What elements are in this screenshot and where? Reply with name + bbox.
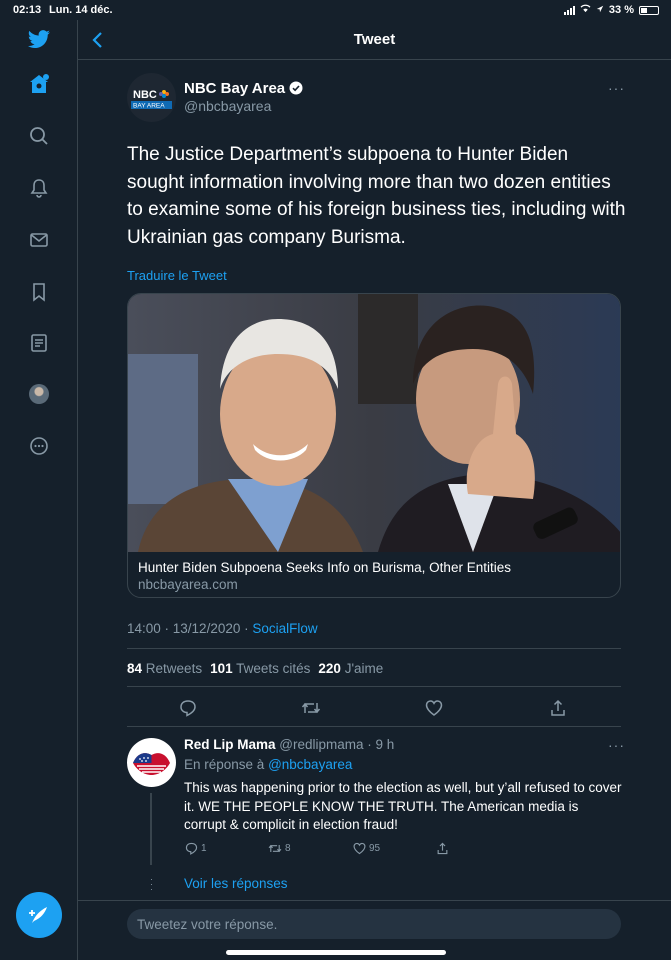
twitter-logo-icon[interactable] <box>27 28 51 52</box>
share-button[interactable] <box>547 697 569 719</box>
status-time: 02:13 <box>13 4 42 16</box>
reply-like-count: 95 <box>369 843 381 854</box>
card-image <box>128 294 620 552</box>
sidebar <box>0 20 78 960</box>
reply-author[interactable]: Red Lip Mama @redlipmama · 9 h <box>184 737 394 752</box>
retweet-button[interactable] <box>300 697 322 719</box>
reply-icon <box>185 842 198 855</box>
avatar-logo-text: NBC <box>133 89 157 101</box>
quotes-count: 101 <box>210 661 233 676</box>
reply-share-button[interactable] <box>436 842 449 855</box>
profile-avatar[interactable] <box>27 382 51 406</box>
reply-author-avatar[interactable] <box>127 738 176 787</box>
card-title: Hunter Biden Subpoena Seeks Info on Buri… <box>138 560 511 575</box>
compose-tweet-icon <box>29 907 47 923</box>
reply-text: This was happening prior to the election… <box>184 780 622 832</box>
card-domain: nbcbayarea.com <box>138 577 238 592</box>
status-date: Lun. 14 déc. <box>49 4 113 16</box>
explore-icon[interactable] <box>27 124 51 148</box>
replying-to: En réponse à @nbcbayarea <box>184 757 352 772</box>
home-indicator[interactable] <box>226 950 446 955</box>
lips-flag-icon <box>133 753 170 775</box>
more-options-icon[interactable] <box>27 434 51 458</box>
tweet-more-icon[interactable]: ··· <box>608 80 625 96</box>
divider <box>127 726 621 727</box>
nbc-peacock-icon <box>159 90 169 98</box>
tweet-text: The Justice Department’s subpoena to Hun… <box>127 144 626 248</box>
reply-retweet-button[interactable]: 8 <box>268 842 291 855</box>
reply-reply-button[interactable]: 1 <box>185 842 207 855</box>
bookmark-icon[interactable] <box>27 280 51 304</box>
lists-icon[interactable] <box>27 331 51 355</box>
like-button[interactable] <box>423 697 445 719</box>
notifications-bell-icon[interactable] <box>27 176 51 200</box>
avatar-region-text: BAY AREA <box>133 103 165 110</box>
retweets-label: Retweets <box>145 661 203 676</box>
header: Tweet <box>78 20 671 60</box>
reply-more-icon[interactable]: ··· <box>608 737 625 753</box>
retweet-icon <box>301 702 321 714</box>
signal-icon <box>563 5 575 15</box>
likes-stat[interactable]: 220 J'aime <box>318 661 383 676</box>
retweet-icon <box>268 844 282 853</box>
share-icon <box>437 842 448 855</box>
messages-envelope-icon[interactable] <box>27 228 51 252</box>
link-card[interactable]: Hunter Biden Subpoena Seeks Info on Buri… <box>127 293 621 598</box>
reply-button[interactable] <box>177 697 199 719</box>
reply-reply-count: 1 <box>201 843 207 854</box>
page-title: Tweet <box>353 31 396 48</box>
retweets-stat[interactable]: 84 Retweets <box>127 661 202 676</box>
likes-label: J'aime <box>344 661 384 676</box>
battery-icon <box>639 5 659 15</box>
battery-percent: 33 % <box>608 4 634 16</box>
author-name-text: NBC Bay Area <box>184 80 286 97</box>
reply-icon <box>180 700 196 717</box>
thread-dots-icon: · · · <box>150 874 153 894</box>
compose-tweet-button[interactable] <box>16 892 62 938</box>
translate-tweet-link[interactable]: Traduire le Tweet <box>127 268 227 283</box>
timestamp-text: 14:00 · 13/12/2020 · <box>127 621 253 636</box>
tweet-stats: 84 Retweets 101 Tweets cités 220 J'aime <box>127 661 383 676</box>
likes-count: 220 <box>318 661 341 676</box>
see-replies-link[interactable]: Voir les réponses <box>184 876 288 891</box>
quotes-label: Tweets cités <box>236 661 311 676</box>
divider <box>127 686 621 687</box>
wifi-icon <box>580 4 591 16</box>
location-icon <box>596 4 604 16</box>
replying-to-handle[interactable]: @nbcbayarea <box>268 757 352 772</box>
reply-input[interactable] <box>127 909 621 939</box>
retweets-count: 84 <box>127 661 143 676</box>
reply-author-name: Red Lip Mama <box>184 737 276 752</box>
thread-line <box>150 793 152 865</box>
reply-author-meta: @redlipmama · 9 h <box>279 737 395 752</box>
divider <box>127 648 621 649</box>
heart-icon <box>425 700 443 716</box>
quotes-stat[interactable]: 101 Tweets cités <box>210 661 310 676</box>
tweet-timestamp: 14:00 · 13/12/2020 · SocialFlow <box>127 621 318 636</box>
tweet-source-link[interactable]: SocialFlow <box>252 621 317 636</box>
tweet-author-avatar[interactable]: NBC BAY AREA <box>127 73 176 122</box>
replying-to-label: En réponse à <box>184 757 265 772</box>
status-indicators: 33 % <box>563 4 659 16</box>
reply-retweet-count: 8 <box>285 843 291 854</box>
home-icon[interactable] <box>27 72 51 96</box>
tweet-author-handle[interactable]: @nbcbayarea <box>184 98 271 114</box>
share-icon <box>551 699 565 716</box>
heart-icon <box>353 842 366 855</box>
reply-like-button[interactable]: 95 <box>353 842 380 855</box>
verified-badge-icon <box>289 81 303 95</box>
status-bar: 02:13 Lun. 14 déc. 33 % <box>0 0 671 20</box>
tweet-author-name[interactable]: NBC Bay Area <box>184 80 303 97</box>
